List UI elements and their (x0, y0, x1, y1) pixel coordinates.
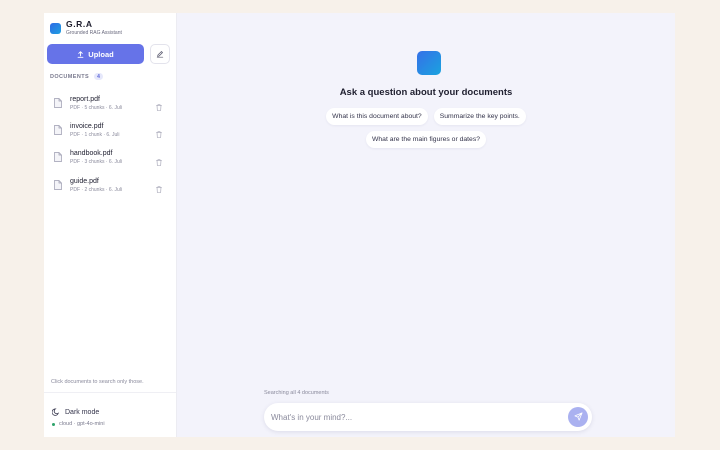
status-dot (52, 422, 55, 426)
document-list: report.pdf PDF · 5 chunks · 6. Juli invo… (47, 89, 171, 198)
trash-icon[interactable] (156, 180, 162, 198)
file-icon (53, 152, 63, 163)
document-item[interactable]: report.pdf PDF · 5 chunks · 6. Juli (47, 89, 171, 116)
document-name: guide.pdf (70, 177, 99, 185)
send-button[interactable] (568, 407, 588, 427)
file-icon (53, 97, 63, 108)
chat-area: Ask a question about your documents What… (177, 13, 675, 437)
upload-icon (77, 50, 84, 58)
trash-icon[interactable] (156, 98, 162, 116)
trash-icon[interactable] (156, 153, 162, 171)
dark-mode-toggle[interactable]: Dark mode (51, 403, 100, 421)
sidebar: G.R.A Grounded RAG Assistant Upload DOCU… (44, 13, 177, 437)
document-name: report.pdf (70, 95, 100, 103)
document-item[interactable]: invoice.pdf PDF · 1 chunk · 6. Juli (47, 116, 171, 143)
sidebar-hint: Click documents to search only those. (51, 379, 144, 385)
app-window: G.R.A Grounded RAG Assistant Upload DOCU… (44, 13, 675, 437)
document-meta: PDF · 2 chunks · 6. Juli (70, 186, 122, 193)
documents-title: DOCUMENTS (50, 73, 90, 80)
documents-count-badge: 4 (94, 73, 104, 80)
brand: G.R.A Grounded RAG Assistant (50, 20, 122, 36)
suggestion-chip[interactable]: What are the main figures or dates? (365, 131, 487, 148)
document-meta: PDF · 5 chunks · 6. Juli (70, 104, 122, 111)
suggestion-chip[interactable]: What is this document about? (326, 108, 428, 125)
document-name: handbook.pdf (70, 150, 113, 158)
dark-mode-label: Dark mode (65, 408, 100, 416)
document-item[interactable]: handbook.pdf PDF · 3 chunks · 6. Juli (47, 144, 171, 171)
search-scope-text: Searching all 4 documents (264, 390, 329, 396)
chat-input-box (264, 403, 592, 431)
empty-state-heading: Ask a question about your documents (339, 87, 513, 98)
suggestion-list: What is this document about? Summarize t… (177, 108, 675, 154)
upload-label: Upload (88, 49, 114, 59)
brand-subtitle: Grounded RAG Assistant (66, 30, 122, 36)
upload-button[interactable]: Upload (47, 44, 144, 64)
document-meta: PDF · 3 chunks · 6. Juli (70, 159, 122, 166)
documents-header: DOCUMENTS 4 (50, 73, 104, 80)
app-logo (417, 51, 441, 75)
document-meta: PDF · 1 chunk · 6. Juli (70, 131, 120, 138)
pencil-icon (156, 45, 164, 63)
suggestion-chip[interactable]: Summarize the key points. (433, 108, 526, 125)
document-name: invoice.pdf (70, 122, 104, 130)
new-chat-button[interactable] (150, 44, 170, 64)
divider (44, 392, 176, 393)
send-icon (573, 408, 583, 426)
model-status: cloud · gpt-4o-mini (52, 421, 105, 427)
chat-input[interactable] (271, 403, 561, 431)
brand-name: G.R.A (66, 19, 93, 29)
brand-logo (50, 22, 61, 34)
moon-icon (51, 403, 60, 421)
document-item[interactable]: guide.pdf PDF · 2 chunks · 6. Juli (47, 171, 171, 198)
file-icon (53, 179, 63, 190)
file-icon (53, 125, 63, 135)
model-status-text: cloud · gpt-4o-mini (59, 421, 105, 427)
trash-icon[interactable] (156, 125, 162, 143)
